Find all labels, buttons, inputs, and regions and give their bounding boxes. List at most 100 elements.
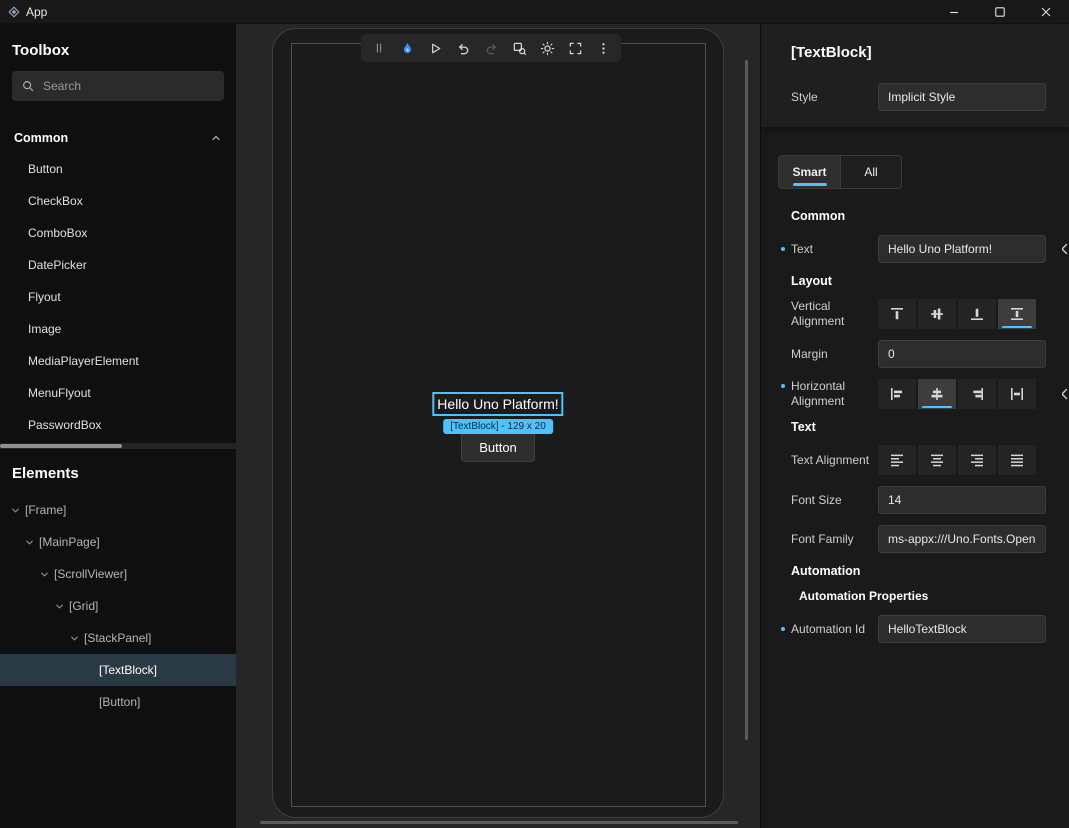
- close-button[interactable]: [1023, 0, 1069, 24]
- toolbox-item-mediaplayerelement[interactable]: MediaPlayerElement: [0, 345, 236, 377]
- canvas-button[interactable]: Button: [461, 432, 535, 462]
- redo-icon[interactable]: [483, 40, 499, 56]
- tree-item-mainpage[interactable]: [MainPage]: [0, 526, 236, 558]
- properties-header: [TextBlock] Style: [761, 24, 1069, 127]
- text-input[interactable]: [878, 235, 1046, 263]
- text-align-justify-button[interactable]: [998, 445, 1036, 475]
- toolbox-item-flyout[interactable]: Flyout: [0, 281, 236, 313]
- align-bottom-icon: [969, 306, 985, 322]
- chevron-down-icon[interactable]: [39, 569, 54, 580]
- text-align-left-button[interactable]: [878, 445, 916, 475]
- tab-all[interactable]: All: [840, 156, 901, 188]
- horizontal-alignment-group: [878, 379, 1036, 409]
- align-vertical-stretch-icon: [1009, 306, 1025, 322]
- font-family-label: Font Family: [791, 532, 878, 547]
- elements-title: Elements: [0, 465, 236, 482]
- toolbox-item-menuflyout[interactable]: MenuFlyout: [0, 377, 236, 409]
- align-horizontal-center-button[interactable]: [918, 379, 956, 409]
- clipped-overflow-icon[interactable]: [1062, 242, 1069, 256]
- align-left-button[interactable]: [878, 379, 916, 409]
- minimize-button[interactable]: [931, 0, 977, 24]
- tree-item-button[interactable]: [Button]: [0, 686, 236, 718]
- align-bottom-button[interactable]: [958, 299, 996, 329]
- textblock-selection[interactable]: Hello Uno Platform!: [432, 392, 563, 416]
- align-top-button[interactable]: [878, 299, 916, 329]
- tree-item-grid[interactable]: [Grid]: [0, 590, 236, 622]
- align-right-icon: [969, 386, 985, 402]
- hot-reload-flame-icon[interactable]: [399, 40, 415, 56]
- font-size-label: Font Size: [791, 493, 878, 508]
- tree-item-frame[interactable]: [Frame]: [0, 494, 236, 526]
- section-layout: Layout: [791, 274, 1045, 288]
- align-horizontal-stretch-icon: [1009, 386, 1025, 402]
- vertical-alignment-group: [878, 299, 1036, 329]
- undo-icon[interactable]: [455, 40, 471, 56]
- toolbox-search[interactable]: [12, 71, 224, 101]
- tree-item-scrollviewer[interactable]: [ScrollViewer]: [0, 558, 236, 590]
- tree-item-stackpanel[interactable]: [StackPanel]: [0, 622, 236, 654]
- tree-item-label: [Frame]: [25, 503, 66, 517]
- properties-body: Common Text Layout Vertical Alignment Ma…: [761, 189, 1069, 643]
- align-horizontal-stretch-button[interactable]: [998, 379, 1036, 409]
- text-align-center-icon: [929, 452, 945, 468]
- section-common: Common: [791, 209, 1045, 223]
- tree-item-textblock[interactable]: [TextBlock]: [0, 654, 236, 686]
- text-align-right-button[interactable]: [958, 445, 996, 475]
- panel-splitter[interactable]: [0, 443, 236, 449]
- theme-toggle-icon[interactable]: [539, 40, 555, 56]
- elements-panel: Elements [Frame] [MainPage] [ScrollViewe…: [0, 449, 236, 718]
- toolbox-panel: Toolbox Common Button CheckBox ComboBox …: [0, 24, 236, 441]
- chevron-down-icon[interactable]: [10, 505, 25, 516]
- style-input[interactable]: [878, 83, 1046, 111]
- chevron-down-icon[interactable]: [69, 633, 84, 644]
- font-size-input[interactable]: [878, 486, 1046, 514]
- text-label: Text: [791, 242, 878, 257]
- align-left-icon: [889, 386, 905, 402]
- align-vertical-center-icon: [929, 306, 945, 322]
- toolbox-item-passwordbox[interactable]: PasswordBox: [0, 409, 236, 441]
- text-align-center-button[interactable]: [918, 445, 956, 475]
- chevron-down-icon[interactable]: [24, 537, 39, 548]
- toolbox-item-checkbox[interactable]: CheckBox: [0, 185, 236, 217]
- drag-handle-icon[interactable]: [371, 40, 387, 56]
- maximize-button[interactable]: [977, 0, 1023, 24]
- search-input[interactable]: [43, 79, 215, 93]
- toolbox-section-common[interactable]: Common: [0, 123, 236, 153]
- prop-row-vertical-alignment: Vertical Alignment: [791, 299, 1045, 329]
- chevron-up-icon: [210, 132, 222, 144]
- play-icon[interactable]: [427, 40, 443, 56]
- align-right-button[interactable]: [958, 379, 996, 409]
- text-align-right-icon: [969, 452, 985, 468]
- clipped-overflow-icon[interactable]: [1062, 387, 1069, 401]
- tab-label: Smart: [792, 165, 826, 179]
- prop-row-text-alignment: Text Alignment: [791, 445, 1045, 475]
- font-family-input[interactable]: [878, 525, 1046, 553]
- scrollbar-thumb[interactable]: [0, 444, 122, 448]
- section-automation-properties: Automation Properties: [799, 589, 1045, 603]
- prop-row-text: Text: [791, 235, 1045, 263]
- app-window: App Toolbox Common Button CheckBox Combo…: [0, 0, 1069, 828]
- horizontal-scrollbar[interactable]: [260, 821, 738, 824]
- app-title: App: [26, 5, 47, 19]
- tab-smart[interactable]: Smart: [779, 156, 840, 188]
- app-info: App: [8, 5, 47, 19]
- vertical-scrollbar[interactable]: [745, 60, 748, 740]
- selected-element-title: [TextBlock]: [791, 44, 1045, 61]
- inspect-element-icon[interactable]: [511, 40, 527, 56]
- align-vertical-center-button[interactable]: [918, 299, 956, 329]
- chevron-down-icon[interactable]: [54, 601, 69, 612]
- selection-bounds-icon[interactable]: [567, 40, 583, 56]
- design-toolbar: [361, 34, 621, 62]
- more-options-icon[interactable]: [595, 40, 611, 56]
- selection-size-badge: [TextBlock] - 129 x 20: [443, 419, 553, 434]
- toolbox-item-button[interactable]: Button: [0, 153, 236, 185]
- margin-input[interactable]: [878, 340, 1046, 368]
- toolbox-item-datepicker[interactable]: DatePicker: [0, 249, 236, 281]
- toolbox-item-combobox[interactable]: ComboBox: [0, 217, 236, 249]
- automation-id-input[interactable]: [878, 615, 1046, 643]
- toolbox-item-image[interactable]: Image: [0, 313, 236, 345]
- tree-item-label: [Grid]: [69, 599, 98, 613]
- automation-id-label: Automation Id: [791, 622, 878, 637]
- margin-label: Margin: [791, 347, 878, 362]
- align-vertical-stretch-button[interactable]: [998, 299, 1036, 329]
